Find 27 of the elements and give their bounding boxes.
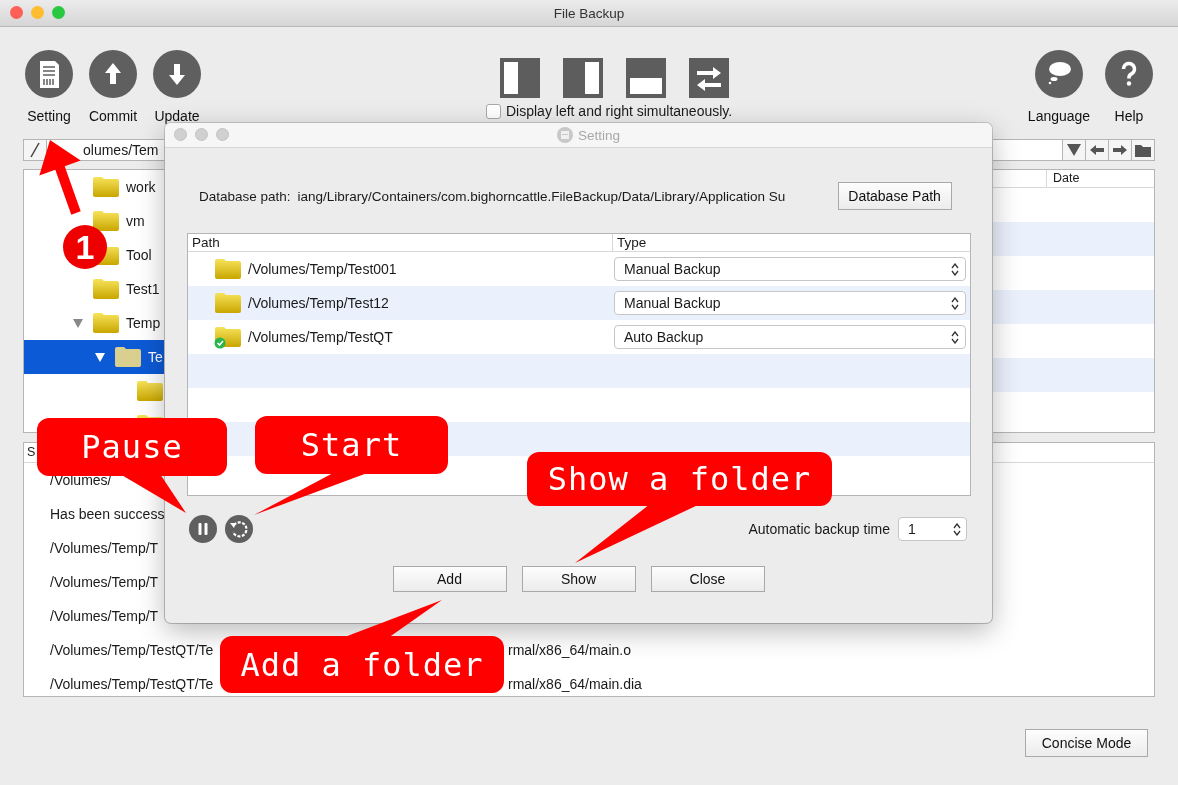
log-text: rmal/x86_64/main.dia: [508, 676, 642, 692]
folder-path: /Volumes/Temp/Test12: [248, 295, 389, 311]
folder-name: vm: [126, 213, 145, 229]
log-text: /Volumes/Temp/T: [50, 540, 159, 556]
database-path-text: iang/Library/Containers/com.bighorncattle.FileBackup/Data/Library/Application Su: [297, 188, 787, 204]
log-text: /Volumes/Temp/TestQT/Te: [50, 642, 214, 658]
log-text: /Volumes/Temp/T: [50, 574, 159, 590]
column-header: Path: [191, 234, 221, 251]
log-text: /Volumes/Temp/TestQT/Te: [50, 676, 214, 692]
field-label: Database path:: [199, 188, 291, 204]
window-title: File Backup: [553, 5, 625, 21]
log-text: rmal/x86_64/main.o: [508, 642, 631, 658]
field-label: Automatic backup time: [748, 521, 890, 537]
column-header: Date: [1046, 170, 1080, 187]
folder-name: Te: [148, 349, 163, 365]
dialog-title: Setting: [578, 127, 620, 143]
folder-name: Tool: [126, 247, 152, 263]
column-header: Type: [612, 234, 970, 251]
column-header: S: [27, 445, 36, 459]
log-text: Has been success: [50, 506, 165, 522]
log-text: /Volumes/Temp/T: [50, 608, 159, 624]
folder-path: /Volumes/Temp/TestQT: [248, 329, 393, 345]
folder-name: Test1: [126, 281, 160, 297]
checkbox-label: Display left and right simultaneously.: [506, 103, 733, 119]
folder-name: work: [126, 179, 156, 195]
folder-path: /Volumes/Temp/Test001: [248, 261, 397, 277]
folder-name: Temp: [126, 315, 161, 331]
